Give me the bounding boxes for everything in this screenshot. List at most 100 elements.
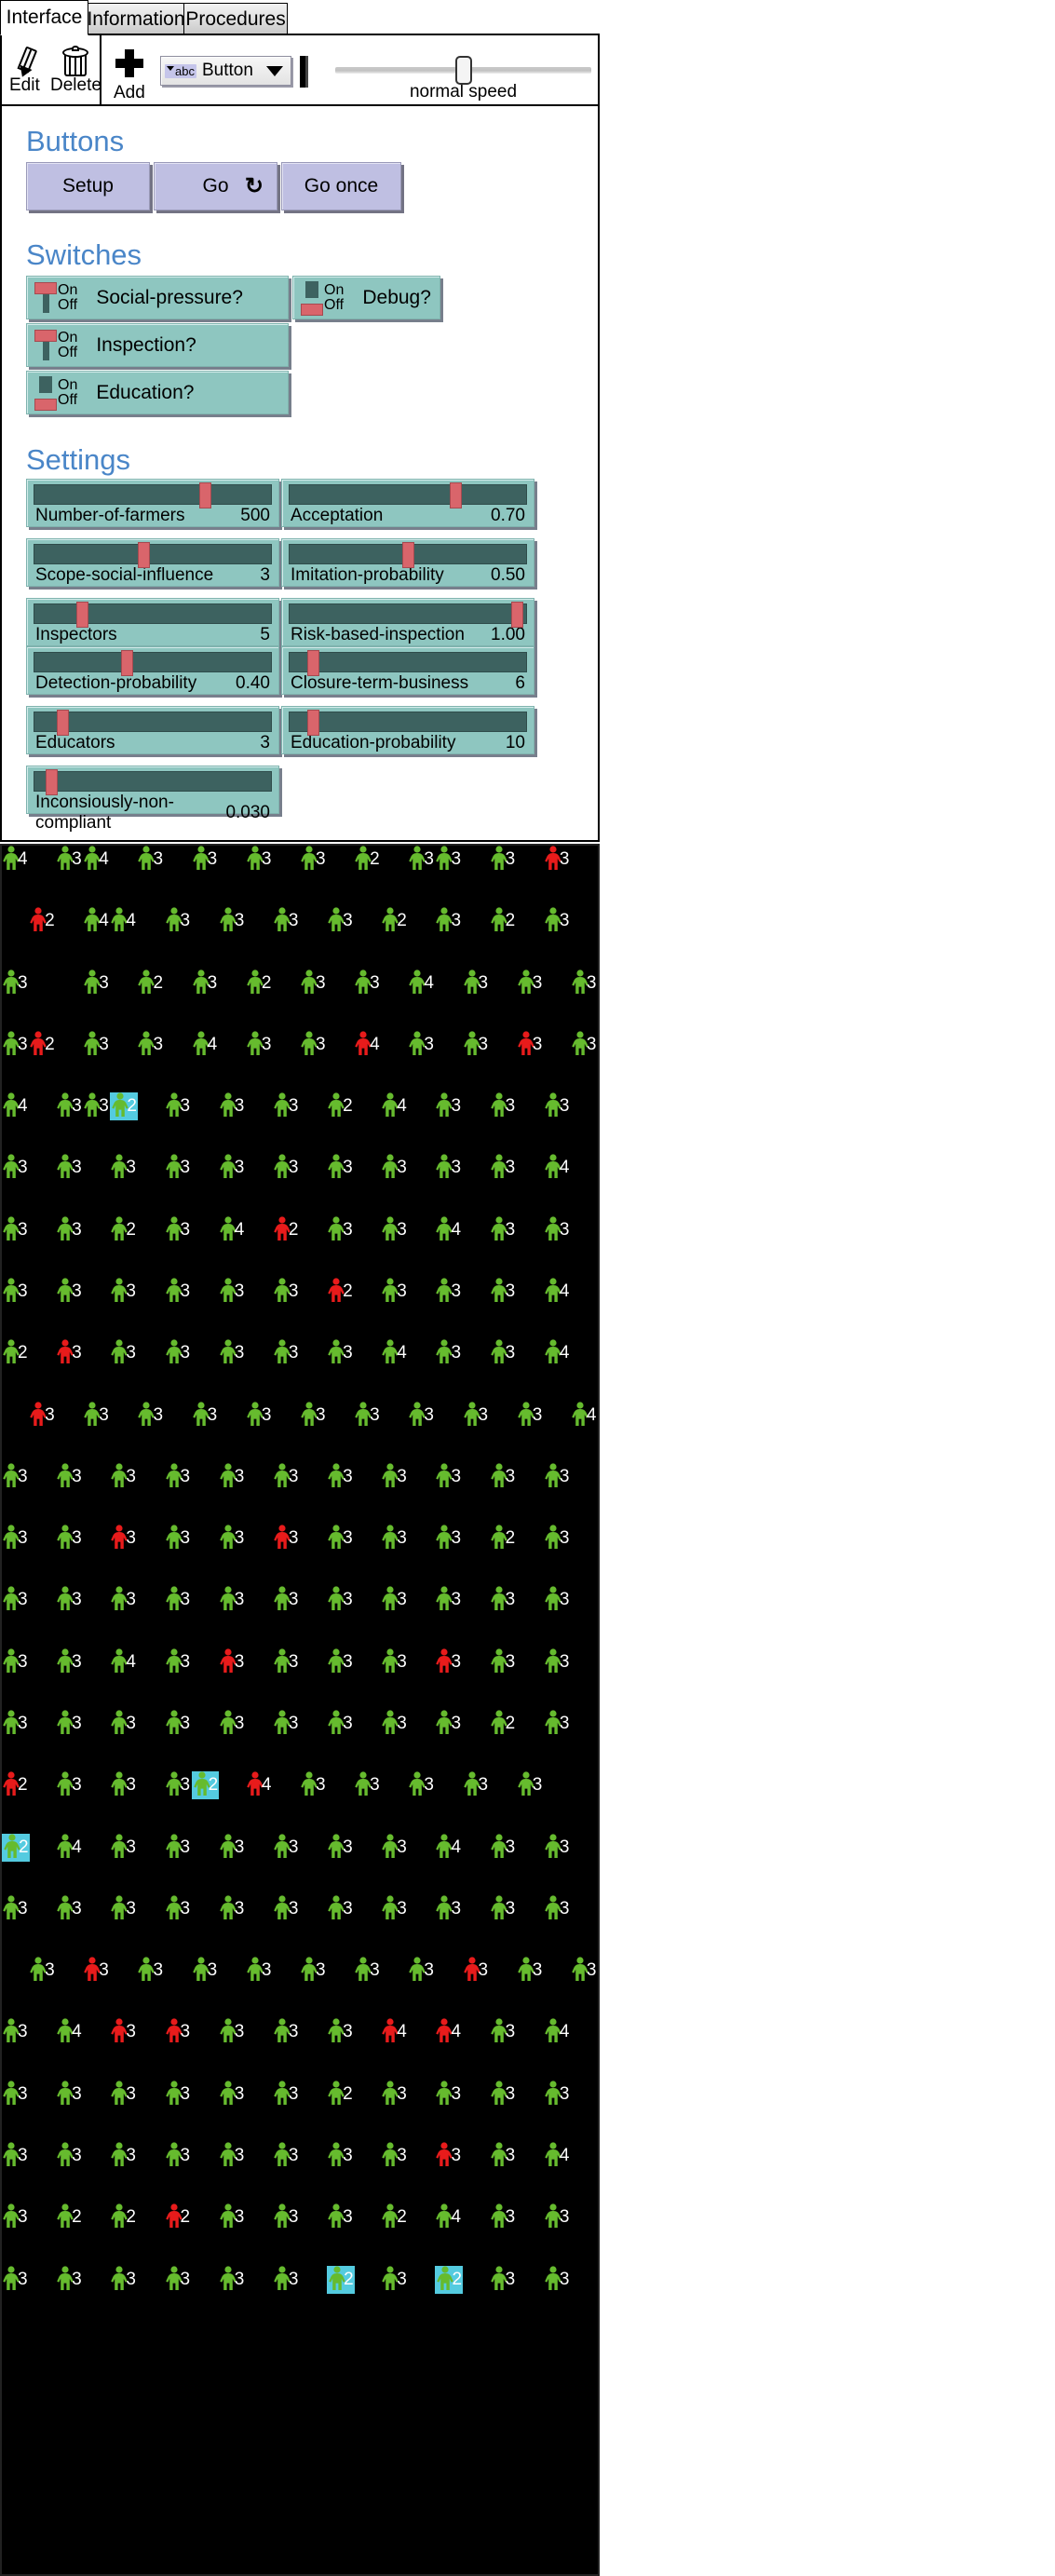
world-agent: 3	[381, 2142, 407, 2170]
world-agent: 3	[300, 1771, 326, 1799]
slider-acceptation[interactable]: Acceptation 0.70	[281, 479, 534, 527]
world-agent: 3	[544, 2081, 570, 2108]
slider-thumb[interactable]	[510, 602, 523, 628]
world-agent: 3	[56, 1771, 82, 1799]
add-button[interactable]: Add	[114, 48, 145, 102]
switch-debug[interactable]: On Off Debug?	[292, 276, 440, 319]
slider-track[interactable]	[289, 602, 527, 628]
slider-closure-term-business[interactable]: Closure-term-business 6	[281, 646, 534, 695]
world-agent: 3	[273, 2081, 298, 2108]
world-agent: 3	[435, 1154, 461, 1182]
world-agent: 3	[381, 1463, 407, 1491]
agent-label: 3	[72, 1219, 82, 1240]
agent-label: 4	[559, 1158, 570, 1178]
world-view[interactable]: 4343333233332443333232333232334333323343…	[0, 844, 600, 2576]
slider-track[interactable]	[34, 650, 272, 676]
agent-label: 3	[559, 1096, 570, 1117]
slider-thumb[interactable]	[307, 710, 320, 736]
agent-label: 3	[316, 849, 326, 869]
world-agent: 2	[327, 2265, 355, 2294]
world-agent: 4	[2, 1092, 28, 1120]
world-agent: 3	[137, 846, 163, 874]
slider-thumb[interactable]	[45, 769, 58, 795]
agent-label: 3	[397, 1651, 407, 1672]
agent-label: 3	[559, 2083, 570, 2104]
slider-thumb[interactable]	[137, 542, 150, 568]
slider-thumb[interactable]	[402, 542, 414, 568]
slider-education-probability[interactable]: Education-probability 10	[281, 706, 534, 754]
world-agent: 3	[490, 2142, 515, 2170]
slider-thumb[interactable]	[121, 650, 134, 676]
world-agent: 3	[219, 2265, 244, 2294]
edit-button[interactable]: Edit	[9, 46, 40, 94]
slider-thumb[interactable]	[75, 602, 88, 628]
slider-detection-probability[interactable]: Detection-probability 0.40	[26, 646, 279, 695]
world-agent: 2	[110, 1092, 138, 1121]
agent-label: 3	[586, 1960, 597, 1981]
agent-label: 3	[45, 1404, 55, 1425]
slider-thumb[interactable]	[449, 482, 462, 508]
slider-scope-social-influence[interactable]: Scope-social-influence 3	[26, 538, 279, 587]
slider-track[interactable]	[34, 710, 272, 736]
world-agent: 3	[2, 2018, 28, 2046]
slider-track[interactable]	[34, 602, 272, 628]
switch-education-label: Education?	[96, 381, 195, 403]
go-once-button[interactable]: Go once	[281, 162, 401, 210]
slider-educators[interactable]: Educators 3	[26, 706, 279, 754]
setup-button[interactable]: Setup	[26, 162, 150, 210]
widget-type-select[interactable]: abc Button	[160, 56, 291, 86]
world-agent: 3	[490, 1895, 515, 1923]
world-agent: 2	[2, 1339, 28, 1367]
slider-thumb[interactable]	[57, 710, 70, 736]
tab-procedures[interactable]: Procedures	[183, 3, 288, 34]
switch-education[interactable]: On Off Education?	[26, 371, 289, 414]
agent-label: 3	[234, 2146, 245, 2165]
slider-thumb[interactable]	[198, 482, 211, 508]
go-button[interactable]: Go ↻	[154, 162, 277, 210]
agent-label: 3	[234, 1466, 245, 1486]
world-agent: 3	[273, 1648, 298, 1676]
tab-interface[interactable]: Interface	[0, 0, 88, 35]
slider-track[interactable]	[34, 769, 272, 795]
slider-inspectors[interactable]: Inspectors 5	[26, 598, 279, 646]
slider-track[interactable]	[34, 542, 272, 568]
world-agent: 3	[165, 2142, 190, 2170]
tab-information[interactable]: Information	[87, 3, 185, 34]
agent-label: 3	[72, 1466, 82, 1486]
world-agent: 3	[327, 2203, 353, 2231]
switch-inspection[interactable]: On Off Inspection?	[26, 323, 289, 367]
slider-risk-based-inspection[interactable]: Risk-based-inspection 1.00	[281, 598, 534, 646]
slider-track[interactable]	[34, 482, 272, 508]
speed-slider[interactable]: normal speed	[335, 56, 591, 102]
world-agent: 3	[273, 1895, 298, 1923]
world-agent: 3	[110, 1771, 136, 1799]
slider-number-of-farmers[interactable]: Number-of-farmers 500	[26, 479, 279, 527]
agent-label: 3	[343, 1651, 353, 1672]
switch-lever-icon	[34, 374, 57, 412]
slider-thumb[interactable]	[307, 650, 320, 676]
slider-inconsiously-non-compliant[interactable]: Inconsiously-non-compliant 0.030	[26, 766, 279, 833]
agent-label: 3	[370, 1775, 380, 1796]
agent-label: 3	[126, 2146, 136, 2165]
tick-counter-toggle[interactable]	[300, 56, 308, 88]
agent-label: 3	[207, 972, 218, 993]
slider-value: 5	[260, 625, 270, 644]
world-agent: 3	[56, 1895, 82, 1923]
agent-label: 3	[532, 1775, 543, 1796]
delete-button[interactable]: Delete	[50, 46, 101, 94]
speed-slider-track[interactable]	[335, 56, 591, 85]
world-agent: 3	[165, 1833, 190, 1862]
agent-label: 3	[180, 1219, 191, 1240]
agent-label: 3	[126, 1466, 136, 1486]
speed-slider-thumb[interactable]	[454, 56, 472, 85]
agent-label: 3	[180, 1096, 191, 1117]
slider-track[interactable]	[289, 710, 527, 736]
switch-social-pressure[interactable]: On Off Social-pressure?	[26, 276, 289, 319]
slider-imitation-probability[interactable]: Imitation-probability 0.50	[281, 538, 534, 587]
agent-label: 2	[153, 972, 164, 993]
slider-track[interactable]	[289, 650, 527, 676]
agent-label: 3	[316, 1404, 326, 1425]
agent-label: 3	[316, 972, 326, 993]
slider-track[interactable]	[289, 542, 527, 568]
slider-track[interactable]	[289, 482, 527, 508]
